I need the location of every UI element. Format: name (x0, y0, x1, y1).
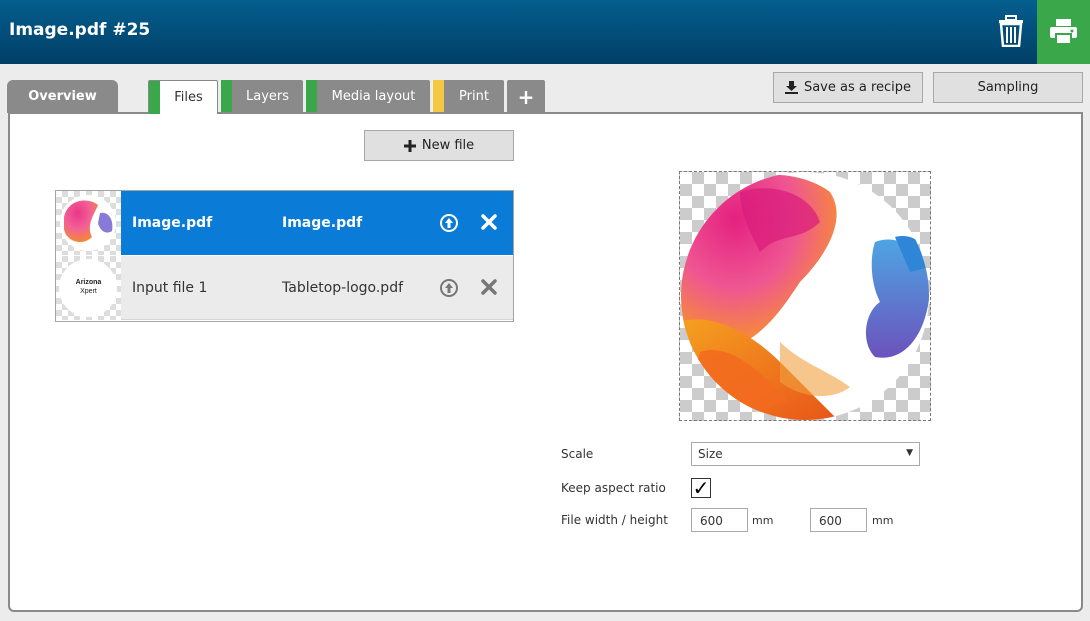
tab-media-layout-label: Media layout (331, 89, 416, 104)
tab-files[interactable]: Files (148, 80, 218, 114)
arizona-logo: Arizona Xpert (56, 278, 121, 296)
status-mark-warning (433, 80, 444, 113)
file-row-image[interactable]: Image.pdf Image.pdf (56, 191, 513, 255)
add-tab-button[interactable]: + (507, 80, 545, 113)
keep-aspect-ratio-label: Keep aspect ratio (561, 481, 666, 495)
tab-print[interactable]: Print (433, 80, 504, 113)
tab-layers-label: Layers (245, 89, 290, 104)
file-thumbnail: Arizona Xpert (56, 256, 121, 320)
scale-select[interactable]: Size ▼ (691, 442, 920, 466)
new-file-button[interactable]: New file (364, 130, 514, 161)
width-unit: mm (752, 514, 774, 527)
printer-icon (1050, 19, 1077, 45)
remove-icon[interactable] (480, 213, 498, 231)
tab-print-label: Print (459, 89, 489, 104)
keep-aspect-ratio-checkbox[interactable]: ✓ (691, 478, 711, 498)
caret-down-icon: ▼ (906, 448, 913, 458)
sampling-button[interactable]: Sampling (933, 72, 1083, 103)
file-height-value: 600 (819, 514, 842, 528)
new-file-label: New file (421, 138, 475, 153)
file-name: Image.pdf (132, 215, 213, 231)
file-size-label: File width / height (561, 513, 668, 527)
upload-icon[interactable] (440, 214, 458, 232)
logo-line-2: Xpert (80, 288, 97, 295)
plus-icon (403, 139, 416, 152)
file-width-value: 600 (700, 514, 723, 528)
save-as-recipe-label: Save as a recipe (803, 80, 912, 95)
save-as-recipe-button[interactable]: Save as a recipe (773, 72, 923, 103)
remove-icon[interactable] (480, 278, 498, 296)
plus-icon: + (517, 84, 535, 109)
file-list: Image.pdf Image.pdf Arizona Xpert Input … (55, 190, 514, 322)
file-name: Input file 1 (132, 280, 208, 296)
file-row-input-1[interactable]: Arizona Xpert Input file 1 Tabletop-logo… (56, 256, 513, 320)
height-unit: mm (872, 514, 894, 527)
page-title: Image.pdf #25 (9, 20, 151, 40)
tab-layers[interactable]: Layers (221, 80, 303, 113)
tab-media-layout[interactable]: Media layout (306, 80, 430, 113)
file-source: Tabletop-logo.pdf (282, 280, 404, 296)
logo-line-1: Arizona (75, 279, 102, 286)
file-source: Image.pdf (282, 215, 363, 231)
tab-files-label: Files (174, 90, 203, 105)
file-height-input[interactable]: 600 (810, 508, 867, 532)
file-preview (679, 171, 931, 421)
status-mark-ok (149, 81, 160, 114)
check-icon: ✓ (692, 476, 710, 500)
trash-icon[interactable] (998, 15, 1024, 48)
download-icon (784, 81, 798, 94)
status-mark-ok (306, 80, 317, 113)
app-header: Image.pdf #25 (0, 0, 1090, 64)
tab-overview[interactable]: Overview (7, 80, 118, 113)
sampling-label: Sampling (977, 80, 1039, 95)
status-mark-ok (221, 80, 232, 113)
scale-label: Scale (561, 447, 594, 461)
print-button[interactable] (1037, 0, 1090, 64)
tab-overview-label: Overview (28, 89, 97, 104)
file-thumbnail (56, 191, 121, 255)
upload-icon[interactable] (440, 279, 458, 297)
scale-value: Size (698, 447, 723, 461)
file-width-input[interactable]: 600 (691, 508, 748, 532)
